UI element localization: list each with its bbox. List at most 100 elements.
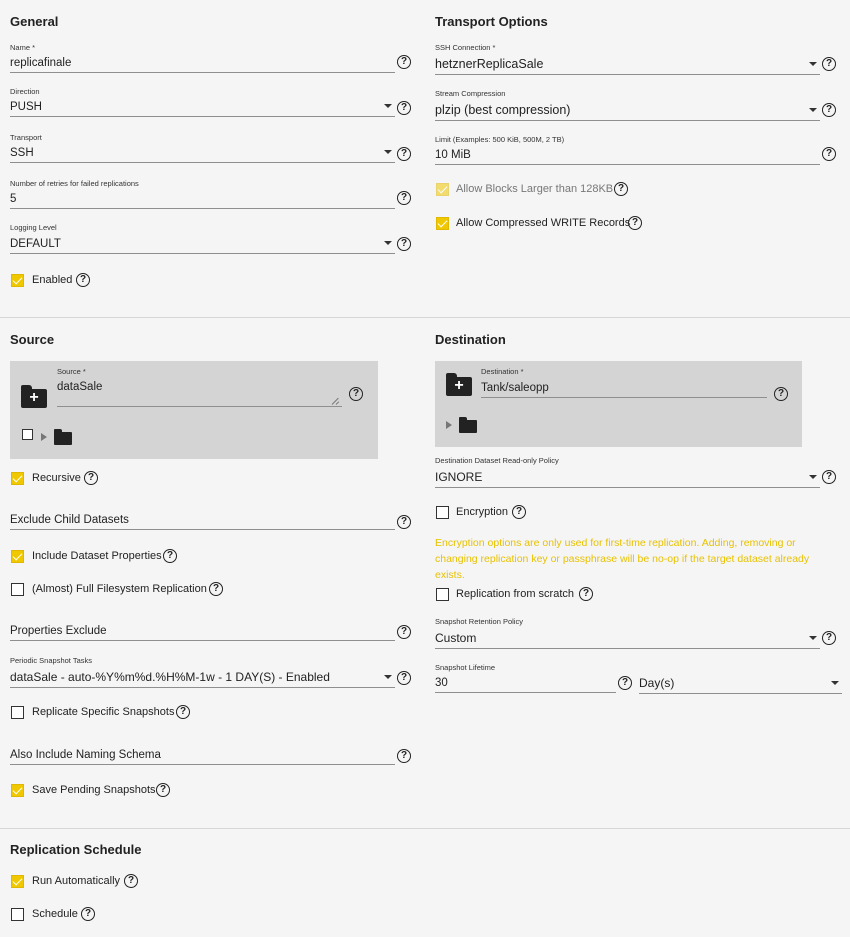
expand-arrow-icon[interactable] — [41, 433, 47, 441]
source-input[interactable]: dataSale — [57, 381, 102, 393]
direction-value: PUSH — [10, 101, 42, 113]
ssh-connection-select[interactable]: SSH Connection * hetznerReplicaSale — [435, 43, 820, 75]
help-icon[interactable]: ? — [76, 273, 90, 287]
dropdown-caret-icon — [809, 636, 817, 640]
lifetime-input[interactable]: 30 — [435, 677, 448, 689]
help-icon[interactable]: ? — [84, 471, 98, 485]
recursive-checkbox[interactable] — [11, 472, 24, 485]
limit-field[interactable]: Limit (Examples: 500 KiB, 500M, 2 TB) 10… — [435, 135, 820, 165]
expand-arrow-icon[interactable] — [446, 421, 452, 429]
create-folder-icon[interactable]: + — [21, 385, 47, 408]
stream-compression-select[interactable]: Stream Compression plzip (best compressi… — [435, 89, 820, 121]
help-icon[interactable]: ? — [397, 515, 411, 529]
logging-value: DEFAULT — [10, 238, 61, 250]
exclude-child-field[interactable]: Exclude Child Datasets — [10, 510, 395, 530]
help-icon[interactable]: ? — [397, 237, 411, 251]
name-input[interactable]: replicafinale — [10, 57, 71, 69]
help-icon[interactable]: ? — [209, 582, 223, 596]
help-icon[interactable]: ? — [397, 55, 411, 69]
retries-field[interactable]: Number of retries for failed replication… — [10, 179, 395, 209]
include-props-label: Include Dataset Properties — [32, 550, 162, 562]
help-icon[interactable]: ? — [156, 783, 170, 797]
periodic-tasks-value: dataSale - auto-%Y%m%d.%H%M-1w - 1 DAY(S… — [10, 670, 330, 684]
direction-label: Direction — [10, 87, 40, 96]
destination-explorer: + Destination * Tank/saleopp ? — [435, 361, 802, 447]
schedule-heading: Replication Schedule — [10, 842, 142, 857]
destination-input[interactable]: Tank/saleopp — [481, 382, 549, 394]
include-props-checkbox[interactable] — [11, 550, 24, 563]
help-icon[interactable]: ? — [397, 749, 411, 763]
help-icon[interactable]: ? — [614, 182, 628, 196]
source-field[interactable]: Source * dataSale — [57, 367, 342, 407]
help-icon[interactable]: ? — [822, 631, 836, 645]
lifetime-field[interactable]: Snapshot Lifetime 30 — [435, 663, 616, 693]
resize-handle-icon[interactable] — [332, 396, 340, 404]
encryption-checkbox[interactable] — [436, 506, 449, 519]
help-icon[interactable]: ? — [822, 147, 836, 161]
source-heading: Source — [10, 332, 55, 347]
help-icon[interactable]: ? — [618, 676, 632, 690]
help-icon[interactable]: ? — [628, 216, 642, 230]
limit-input[interactable]: 10 MiB — [435, 149, 471, 161]
source-explorer: + Source * dataSale ? — [10, 361, 378, 459]
encryption-note: Encryption options are only used for fir… — [435, 537, 810, 581]
help-icon[interactable]: ? — [397, 625, 411, 639]
dropdown-caret-icon — [384, 675, 392, 679]
dropdown-caret-icon — [809, 62, 817, 66]
create-folder-icon[interactable]: + — [446, 373, 472, 396]
full-fs-checkbox[interactable] — [11, 583, 24, 596]
help-icon[interactable]: ? — [774, 387, 788, 401]
readonly-policy-label: Destination Dataset Read-only Policy — [435, 456, 559, 465]
destination-field[interactable]: Destination * Tank/saleopp — [481, 367, 767, 398]
help-icon[interactable]: ? — [124, 874, 138, 888]
retention-select[interactable]: Snapshot Retention Policy Custom — [435, 617, 820, 649]
help-icon[interactable]: ? — [512, 505, 526, 519]
naming-schema-field[interactable]: Also Include Naming Schema — [10, 744, 395, 765]
help-icon[interactable]: ? — [81, 907, 95, 921]
schedule-checkbox[interactable] — [11, 908, 24, 921]
help-icon[interactable]: ? — [822, 103, 836, 117]
run-auto-checkbox[interactable] — [11, 875, 24, 888]
ssh-connection-label: SSH Connection * — [435, 43, 496, 52]
folder-icon — [54, 429, 72, 445]
lifetime-unit-select[interactable]: Day(s) — [639, 671, 842, 694]
name-field[interactable]: Name * replicafinale — [10, 43, 395, 73]
source-label: Source * — [57, 367, 86, 376]
help-icon[interactable]: ? — [397, 671, 411, 685]
transport-select[interactable]: Transport SSH — [10, 133, 395, 163]
periodic-tasks-select[interactable]: Periodic Snapshot Tasks dataSale - auto-… — [10, 656, 395, 688]
allow-blocks-label: Allow Blocks Larger than 128KB — [456, 183, 614, 195]
help-icon[interactable]: ? — [397, 191, 411, 205]
save-pending-checkbox[interactable] — [11, 784, 24, 797]
allow-blocks-checkbox[interactable] — [436, 183, 449, 196]
help-icon[interactable]: ? — [822, 470, 836, 484]
naming-schema-label: Also Include Naming Schema — [10, 749, 161, 761]
replicate-specific-checkbox[interactable] — [11, 706, 24, 719]
help-icon[interactable]: ? — [822, 57, 836, 71]
props-exclude-field[interactable]: Properties Exclude — [10, 621, 395, 641]
destination-heading: Destination — [435, 332, 506, 347]
from-scratch-checkbox[interactable] — [436, 588, 449, 601]
enabled-label: Enabled — [32, 274, 73, 286]
retries-input[interactable]: 5 — [10, 193, 16, 205]
help-icon[interactable]: ? — [579, 587, 593, 601]
retries-label: Number of retries for failed replication… — [10, 179, 139, 188]
readonly-policy-select[interactable]: Destination Dataset Read-only Policy IGN… — [435, 456, 820, 488]
allow-compressed-label: Allow Compressed WRITE Records — [456, 217, 631, 229]
help-icon[interactable]: ? — [176, 705, 190, 719]
help-icon[interactable]: ? — [349, 387, 363, 401]
dropdown-caret-icon — [384, 150, 392, 154]
enabled-checkbox[interactable] — [11, 274, 24, 287]
transport-label: Transport — [10, 133, 42, 142]
direction-select[interactable]: Direction PUSH — [10, 87, 395, 117]
schedule-label: Schedule — [32, 908, 78, 920]
encryption-label: Encryption — [456, 506, 508, 518]
help-icon[interactable]: ? — [397, 147, 411, 161]
help-icon[interactable]: ? — [163, 549, 177, 563]
tree-node-checkbox[interactable] — [22, 429, 33, 440]
lifetime-unit-value: Day(s) — [639, 676, 675, 690]
help-icon[interactable]: ? — [397, 101, 411, 115]
full-fs-label: (Almost) Full Filesystem Replication — [32, 583, 207, 595]
logging-select[interactable]: Logging Level DEFAULT — [10, 223, 395, 254]
allow-compressed-checkbox[interactable] — [436, 217, 449, 230]
